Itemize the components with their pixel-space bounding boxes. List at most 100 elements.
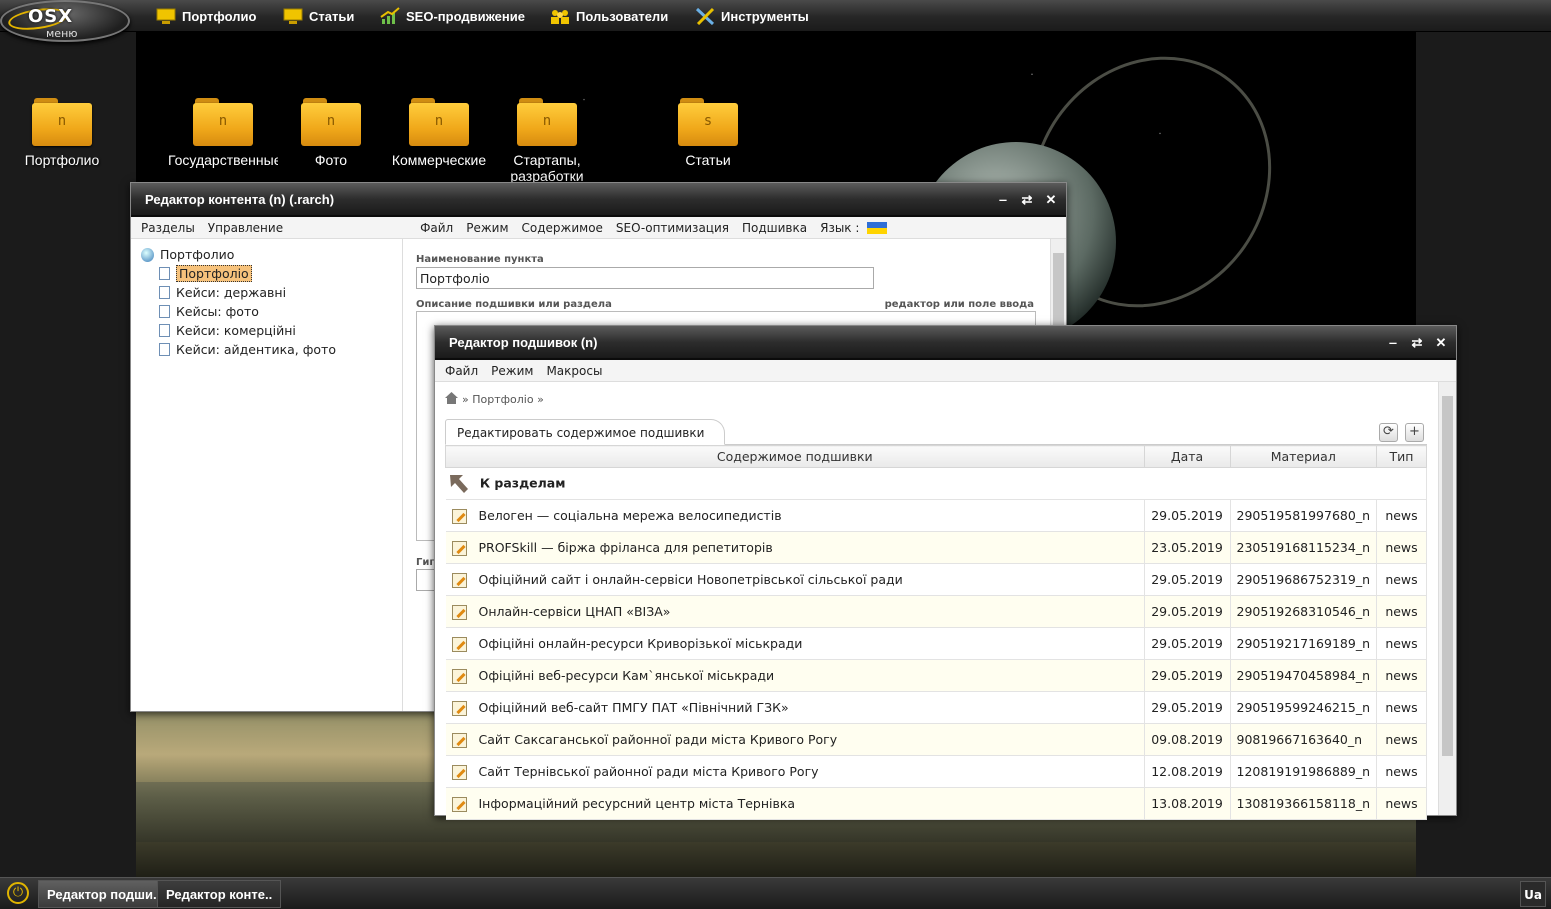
cell-title[interactable]: Сайт Тернівської районної ради міста Кри… bbox=[445, 755, 1145, 788]
topmenu-seo[interactable]: SEO-продвижение bbox=[380, 6, 525, 26]
menu-binding[interactable]: Подшивка bbox=[742, 221, 807, 235]
edit-note-icon[interactable] bbox=[451, 732, 467, 748]
back-arrow-icon bbox=[449, 474, 468, 493]
folder-icon: n bbox=[517, 98, 577, 146]
table-row[interactable]: Онлайн-сервіси ЦНАП «ВІЗА» 29.05.2019 2905… bbox=[445, 595, 1427, 628]
menu-macros[interactable]: Макросы bbox=[546, 364, 602, 378]
topmenu-users[interactable]: Пользователи bbox=[550, 6, 668, 26]
close-icon[interactable]: ✕ bbox=[1044, 183, 1058, 217]
close-icon[interactable]: ✕ bbox=[1434, 326, 1448, 360]
table-row[interactable]: Офіційний веб-сайт ПМГУ ПАТ «Північний Г… bbox=[445, 691, 1427, 724]
folder-icon: n bbox=[409, 98, 469, 146]
cell-title[interactable]: Велоген — соціальна мережа велосипедисті… bbox=[445, 499, 1145, 532]
edit-note-icon[interactable] bbox=[451, 764, 467, 780]
menu-language[interactable]: Язык : bbox=[820, 221, 888, 235]
tree-root[interactable]: Портфолио bbox=[141, 245, 402, 264]
desktop-folder-startups[interactable]: n Стартапы, разработки bbox=[492, 98, 602, 184]
table-row[interactable]: Офіційні онлайн-ресурси Криворізької міс… bbox=[445, 627, 1427, 660]
folder-label: Коммерческие bbox=[391, 152, 487, 168]
document-icon bbox=[159, 324, 170, 337]
tab-edit-binding[interactable]: Редактировать содержимое подшивки bbox=[445, 419, 725, 445]
cell-title[interactable]: Офіційний сайт і онлайн-сервіси Новопетр… bbox=[445, 563, 1145, 596]
cell-title[interactable]: Офіційні онлайн-ресурси Криворізької міс… bbox=[445, 627, 1145, 660]
menu-seo[interactable]: SEO-оптимизация bbox=[616, 221, 729, 235]
desktop-folder-articles[interactable]: s Статьи bbox=[653, 98, 763, 168]
menu-mode[interactable]: Режим bbox=[466, 221, 508, 235]
edit-note-icon[interactable] bbox=[451, 572, 467, 588]
menu-file[interactable]: Файл bbox=[445, 364, 478, 378]
breadcrumb-path[interactable]: » Портфоліо » bbox=[462, 393, 544, 406]
task-content-editor[interactable]: Редактор конте.. bbox=[157, 880, 282, 908]
item-name-field[interactable]: Портфоліо bbox=[416, 267, 874, 289]
edit-note-icon[interactable] bbox=[451, 540, 467, 556]
editor-mode-hint[interactable]: редактор или поле ввода bbox=[885, 299, 1034, 310]
minimize-icon[interactable]: ‒ bbox=[1386, 326, 1400, 360]
column-header-date[interactable]: Дата bbox=[1143, 445, 1231, 468]
restore-icon[interactable]: ⇄ bbox=[1020, 183, 1034, 217]
edit-note-icon[interactable] bbox=[451, 700, 467, 716]
edit-note-icon[interactable] bbox=[451, 668, 467, 684]
edit-note-icon[interactable] bbox=[451, 796, 467, 812]
cell-date: 12.08.2019 bbox=[1144, 755, 1231, 788]
window-titlebar[interactable]: Редактор подшивок (n) ‒ ⇄ ✕ bbox=[435, 326, 1456, 360]
cell-title[interactable]: Офіційний веб-сайт ПМГУ ПАТ «Північний Г… bbox=[445, 691, 1145, 724]
row-title: Сайт Тернівської районної ради міста Кри… bbox=[478, 763, 819, 779]
topmenu-articles[interactable]: Статьи bbox=[283, 6, 354, 26]
tree-item[interactable]: Кейси: айдентика, фото bbox=[141, 340, 402, 359]
language-indicator[interactable]: Ua bbox=[1520, 881, 1546, 907]
column-header-content[interactable]: Содержимое подшивки bbox=[445, 445, 1145, 468]
power-icon[interactable]: ⏻ bbox=[7, 882, 29, 904]
tree-item[interactable]: Кейси: комерційні bbox=[141, 321, 402, 340]
menu-management[interactable]: Управление bbox=[208, 221, 283, 235]
window-titlebar[interactable]: Редактор контента (n) (.rarch) ‒ ⇄ ✕ bbox=[131, 183, 1066, 217]
column-header-type[interactable]: Тип bbox=[1376, 445, 1427, 468]
topmenu-tools[interactable]: Инструменты bbox=[695, 6, 809, 26]
desktop-folder-state[interactable]: n Государственные bbox=[168, 98, 278, 168]
menu-file[interactable]: Файл bbox=[420, 221, 453, 235]
table-row[interactable]: Велоген — соціальна мережа велосипедисті… bbox=[445, 499, 1427, 532]
tree-item[interactable]: Портфоліо bbox=[141, 264, 402, 283]
table-row[interactable]: Сайт Саксаганської районної ради міста К… bbox=[445, 723, 1427, 756]
tree-item[interactable]: Кейси: державні bbox=[141, 283, 402, 302]
cell-date: 29.05.2019 bbox=[1144, 499, 1231, 532]
edit-note-icon[interactable] bbox=[451, 604, 467, 620]
edit-note-icon[interactable] bbox=[451, 636, 467, 652]
desktop-folder-portfolio[interactable]: n Портфолио bbox=[7, 98, 117, 168]
menu-sections[interactable]: Разделы bbox=[141, 221, 195, 235]
menu-content[interactable]: Содержимое bbox=[522, 221, 603, 235]
cut-field[interactable] bbox=[416, 569, 436, 591]
home-icon[interactable] bbox=[445, 392, 458, 407]
refresh-icon[interactable]: ⟳ bbox=[1379, 423, 1398, 442]
cell-title[interactable]: Онлайн-сервіси ЦНАП «ВІЗА» bbox=[445, 595, 1145, 628]
cell-title[interactable]: Сайт Саксаганської районної ради міста К… bbox=[445, 723, 1145, 756]
desktop-folder-commercial[interactable]: n Коммерческие bbox=[384, 98, 494, 168]
cell-title[interactable]: Офіційні веб-ресурси Кам`янської міськра… bbox=[445, 659, 1145, 692]
edit-note-icon[interactable] bbox=[451, 508, 467, 524]
tree-item[interactable]: Кейсы: фото bbox=[141, 302, 402, 321]
tree-item-label: Портфоліо bbox=[176, 265, 252, 282]
minimize-icon[interactable]: ‒ bbox=[996, 183, 1010, 217]
monitor-icon bbox=[283, 7, 303, 25]
desktop-folder-photo[interactable]: n Фото bbox=[276, 98, 386, 168]
topmenu-portfolio[interactable]: Портфолио bbox=[156, 6, 256, 26]
cell-material: 290519599246215_n bbox=[1230, 691, 1378, 724]
tree-item-label: Кейси: державні bbox=[176, 285, 287, 300]
table-row[interactable]: Офіційні веб-ресурси Кам`янської міськра… bbox=[445, 659, 1427, 692]
task-bindings-editor[interactable]: Редактор подши.. bbox=[38, 880, 170, 908]
cell-material: 290519268310546_n bbox=[1230, 595, 1378, 628]
column-header-material[interactable]: Материал bbox=[1229, 445, 1378, 468]
bindings-editor-scrollbar[interactable] bbox=[1438, 382, 1456, 815]
add-icon[interactable]: + bbox=[1405, 423, 1424, 442]
restore-icon[interactable]: ⇄ bbox=[1410, 326, 1424, 360]
cell-date: 13.08.2019 bbox=[1144, 787, 1231, 820]
start-menu-logo[interactable]: OSX меню bbox=[0, 0, 130, 42]
row-title: Інформаційний ресурсний центр міста Терн… bbox=[478, 795, 796, 811]
table-row[interactable]: Офіційний сайт і онлайн-сервіси Новопетр… bbox=[445, 563, 1427, 596]
table-row[interactable]: Інформаційний ресурсний центр міста Терн… bbox=[445, 787, 1427, 820]
cell-title[interactable]: PROFSkill — біржа фріланса для репетитор… bbox=[445, 531, 1145, 564]
menu-mode[interactable]: Режим bbox=[491, 364, 533, 378]
table-row[interactable]: PROFSkill — біржа фріланса для репетитор… bbox=[445, 531, 1427, 564]
table-row[interactable]: Сайт Тернівської районної ради міста Кри… bbox=[445, 755, 1427, 788]
back-to-sections-row[interactable]: К разделам bbox=[445, 467, 1427, 500]
cell-title[interactable]: Інформаційний ресурсний центр міста Терн… bbox=[445, 787, 1145, 820]
